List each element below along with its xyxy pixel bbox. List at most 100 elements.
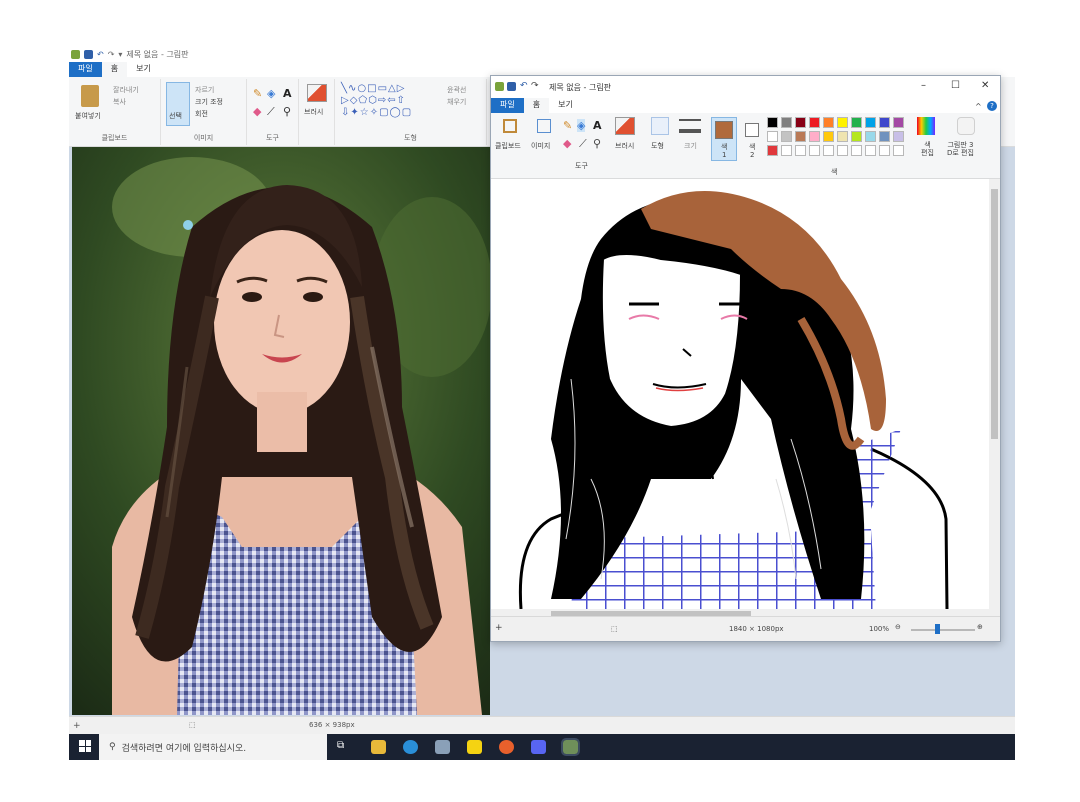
- color-picker-icon[interactable]: ⟋: [579, 137, 587, 151]
- paint3d-button[interactable]: 그림판 3 D로 편집: [947, 141, 974, 157]
- palette-color-16[interactable]: [851, 131, 862, 142]
- crop-button[interactable]: 자르기: [195, 85, 214, 95]
- tab-file[interactable]: 파일: [491, 98, 524, 113]
- tab-home[interactable]: 홈: [523, 98, 550, 113]
- pencil-icon[interactable]: ✎: [563, 119, 572, 132]
- edit-colors-button[interactable]: 색 편집: [921, 141, 934, 157]
- palette-color-8[interactable]: [879, 117, 890, 128]
- palette-color-5[interactable]: [837, 117, 848, 128]
- fill-icon[interactable]: ◈: [577, 119, 586, 132]
- edit-colors-icon[interactable]: [917, 117, 935, 135]
- zoom-slider[interactable]: [911, 629, 975, 631]
- firefox-icon[interactable]: [499, 740, 514, 754]
- taskbar-search[interactable]: ⚲ 검색하려면 여기에 입력하십시오.: [99, 734, 327, 760]
- palette-color-11[interactable]: [781, 131, 792, 142]
- size-button[interactable]: 크기: [684, 141, 697, 151]
- palette-color-26[interactable]: [851, 145, 862, 156]
- palette-color-6[interactable]: [851, 117, 862, 128]
- fill-icon[interactable]: ◈: [267, 87, 275, 100]
- palette-color-7[interactable]: [865, 117, 876, 128]
- vertical-scrollbar[interactable]: [989, 179, 1000, 616]
- tab-view[interactable]: 보기: [549, 98, 582, 113]
- redo-icon[interactable]: ↷: [108, 50, 115, 59]
- paint-taskbar-icon[interactable]: [561, 738, 580, 756]
- qat-dropdown-icon[interactable]: ▾: [118, 50, 122, 59]
- drawing-canvas[interactable]: [491, 179, 989, 609]
- palette-color-10[interactable]: [767, 131, 778, 142]
- paste-button[interactable]: 붙여넣기: [75, 111, 101, 121]
- text-icon[interactable]: A: [283, 87, 292, 100]
- clipboard-icon[interactable]: [503, 119, 517, 133]
- palette-color-14[interactable]: [823, 131, 834, 142]
- collapse-ribbon-icon[interactable]: ^: [975, 102, 982, 111]
- palette-color-4[interactable]: [823, 117, 834, 128]
- kakaotalk-icon[interactable]: [467, 740, 482, 754]
- redo-icon[interactable]: ↷: [531, 81, 539, 91]
- palette-color-2[interactable]: [795, 117, 806, 128]
- palette-color-25[interactable]: [837, 145, 848, 156]
- magnifier-icon[interactable]: ⚲: [283, 105, 291, 118]
- color-picker-icon[interactable]: ⟋: [267, 105, 275, 119]
- shapes-gallery[interactable]: ╲∿○□▭△▷: [341, 83, 405, 94]
- zoom-out-button[interactable]: ⊖: [895, 623, 901, 631]
- palette-color-13[interactable]: [809, 131, 820, 142]
- image-button[interactable]: 이미지: [531, 141, 550, 151]
- shapes-button[interactable]: 도형: [651, 141, 664, 151]
- paste-icon[interactable]: [81, 85, 99, 107]
- pencil-icon[interactable]: ✎: [253, 87, 262, 100]
- close-button[interactable]: ✕: [981, 80, 989, 91]
- palette-color-12[interactable]: [795, 131, 806, 142]
- cut-button[interactable]: 잘라내기: [113, 85, 139, 95]
- edge-icon[interactable]: [403, 740, 418, 754]
- zoom-slider-thumb[interactable]: [935, 624, 940, 634]
- palette-color-0[interactable]: [767, 117, 778, 128]
- palette-color-29[interactable]: [893, 145, 904, 156]
- magnifier-icon[interactable]: ⚲: [593, 137, 601, 150]
- palette-color-20[interactable]: [767, 145, 778, 156]
- brush-icon[interactable]: [615, 117, 635, 135]
- paint3d-icon[interactable]: [957, 117, 975, 135]
- palette-color-19[interactable]: [893, 131, 904, 142]
- palette-color-18[interactable]: [879, 131, 890, 142]
- size-icon[interactable]: [679, 119, 701, 133]
- color2-swatch[interactable]: [745, 123, 759, 137]
- clipboard-button[interactable]: 클립보드: [495, 141, 521, 151]
- palette-color-17[interactable]: [865, 131, 876, 142]
- palette-color-15[interactable]: [837, 131, 848, 142]
- horizontal-scrollbar[interactable]: [491, 609, 989, 616]
- tab-home[interactable]: 홈: [101, 62, 128, 77]
- palette-color-9[interactable]: [893, 117, 904, 128]
- brush-button[interactable]: 브러시: [304, 107, 323, 117]
- photos-icon[interactable]: [435, 740, 450, 754]
- palette-color-3[interactable]: [809, 117, 820, 128]
- eraser-icon[interactable]: ◆: [563, 137, 571, 150]
- copy-button[interactable]: 복사: [113, 97, 126, 107]
- palette-color-24[interactable]: [823, 145, 834, 156]
- brush-icon[interactable]: [307, 84, 327, 102]
- shapes-icon[interactable]: [651, 117, 669, 135]
- shapes-gallery-row3[interactable]: ⇩✦☆✧▢◯▢: [341, 107, 412, 118]
- palette-color-1[interactable]: [781, 117, 792, 128]
- rotate-button[interactable]: 회전: [195, 109, 208, 119]
- zoom-in-button[interactable]: ⊕: [977, 623, 983, 631]
- maximize-button[interactable]: ☐: [951, 80, 960, 91]
- resize-button[interactable]: 크기 조정: [195, 97, 223, 107]
- palette-color-28[interactable]: [879, 145, 890, 156]
- undo-icon[interactable]: ↶: [97, 50, 104, 59]
- text-icon[interactable]: A: [593, 119, 602, 132]
- file-explorer-icon[interactable]: [371, 740, 386, 754]
- palette-color-21[interactable]: [781, 145, 792, 156]
- minimize-button[interactable]: –: [921, 80, 926, 91]
- eraser-icon[interactable]: ◆: [253, 105, 261, 118]
- image-icon[interactable]: [537, 119, 551, 133]
- outline-button[interactable]: 윤곽선: [447, 85, 466, 95]
- vertical-scroll-thumb[interactable]: [991, 189, 998, 439]
- palette-color-22[interactable]: [795, 145, 806, 156]
- help-icon[interactable]: ?: [987, 101, 997, 111]
- save-icon[interactable]: [507, 82, 516, 91]
- tab-file[interactable]: 파일: [69, 62, 102, 77]
- tab-view[interactable]: 보기: [127, 62, 160, 77]
- palette-color-27[interactable]: [865, 145, 876, 156]
- palette-color-23[interactable]: [809, 145, 820, 156]
- shapes-gallery-row2[interactable]: ▷◇⬠⬡⇨⇦⇧: [341, 95, 406, 106]
